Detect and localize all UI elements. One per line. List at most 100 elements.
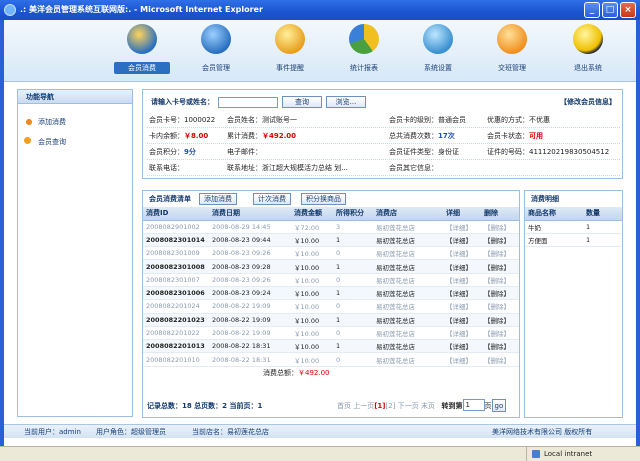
count-consume-button[interactable]: 计次消费 xyxy=(253,193,291,205)
add-consume-button[interactable]: 添加消费 xyxy=(199,193,237,205)
consume-date: 2008-08-23 09:26 xyxy=(209,273,291,287)
detail-link[interactable]: 【详细】 xyxy=(443,286,481,301)
points: 0 xyxy=(333,246,373,261)
detail-link[interactable]: 【详细】 xyxy=(443,273,481,287)
window-title: .: 美洋会员管理系统互联网版:. - Microsoft Internet E… xyxy=(20,5,263,14)
modify-member-link[interactable]: 【修改会员信息】 xyxy=(560,97,616,107)
nav-shift-manage[interactable]: 交班管理 xyxy=(484,24,540,74)
nav-statistics[interactable]: 统计报表 xyxy=(336,24,392,74)
sidebar-item-member-query[interactable]: 会员查询 xyxy=(18,132,132,152)
consume-date: 2008-08-23 09:26 xyxy=(209,246,291,261)
maximize-button[interactable]: □ xyxy=(602,2,618,18)
total-consume: ￥492.00 xyxy=(262,132,297,140)
points: 1 xyxy=(333,339,373,354)
detail-link[interactable]: 【详细】 xyxy=(443,339,481,354)
shift-manage-icon xyxy=(497,24,527,54)
card-search-input[interactable] xyxy=(218,96,278,108)
delete-link[interactable]: 【删除】 xyxy=(481,326,519,341)
detail-link[interactable]: 【详细】 xyxy=(443,313,481,327)
current-user: 当前用户：admin xyxy=(24,428,81,436)
go-button[interactable]: go xyxy=(491,399,507,412)
ie-icon xyxy=(4,4,16,16)
nav-event-reminder[interactable]: 事件提醒 xyxy=(262,24,318,74)
detail-title: 消费明细 xyxy=(531,195,559,203)
sidebar-title: 功能导航 xyxy=(18,90,132,104)
detail-link[interactable]: 【详细】 xyxy=(443,246,481,261)
item-qty: 1 xyxy=(583,220,622,234)
id-type: 会员证件类型：身份证 xyxy=(389,148,459,156)
consume-amount: ￥10.00 xyxy=(291,326,333,341)
table-row: 2008082201022 2008-08-22 19:09 ￥10.00 0 易初莲花… xyxy=(143,326,519,341)
delete-link[interactable]: 【删除】 xyxy=(481,339,519,354)
consume-amount: ￥10.00 xyxy=(291,246,333,261)
delete-link[interactable]: 【删除】 xyxy=(481,313,519,327)
consume-date: 2008-08-22 18:31 xyxy=(209,352,291,367)
system-settings-icon xyxy=(423,24,453,54)
points: 0 xyxy=(333,352,373,367)
sidebar: 功能导航 添加消费 会员查询 xyxy=(17,89,133,417)
title-bar: .: 美洋会员管理系统互联网版:. - Microsoft Internet E… xyxy=(0,0,640,20)
detail-link[interactable]: 【详细】 xyxy=(443,220,481,234)
pager-info: 记录总数：18 总页数：2 当前页：1 xyxy=(147,402,263,410)
store: 易初莲花总店 xyxy=(373,286,443,301)
item-qty: 1 xyxy=(583,233,622,248)
main-nav: 会员消费 会员管理 事件提醒 统计报表 系统设置 交班管理 退出系统 xyxy=(4,20,636,82)
consume-amount: ￥72.00 xyxy=(291,220,333,234)
consume-date: 2008-08-23 09:28 xyxy=(209,259,291,274)
id-number: 证件的号码：411120219830504512 xyxy=(487,148,610,156)
close-button[interactable]: × xyxy=(620,2,636,18)
delete-link[interactable]: 【删除】 xyxy=(481,220,519,234)
consume-count: 17次 xyxy=(438,132,455,140)
logout-icon xyxy=(573,24,603,54)
detail-link[interactable]: 【详细】 xyxy=(443,299,481,314)
list-item: 方便面 1 xyxy=(525,233,622,248)
points-exchange-button[interactable]: 积分换商品 xyxy=(301,193,346,205)
discount-method: 优惠的方式：不优惠 xyxy=(487,116,550,124)
delete-link[interactable]: 【删除】 xyxy=(481,233,519,248)
sidebar-item-add-consume[interactable]: 添加消费 xyxy=(18,112,132,132)
detail-link[interactable]: 【详细】 xyxy=(443,326,481,341)
address: 联系地址：浙江超大规模活力总结 划... xyxy=(227,164,348,172)
table-row: 2008082301014 2008-08-23 09:44 ￥10.00 1 易初莲花… xyxy=(143,233,519,248)
delete-link[interactable]: 【删除】 xyxy=(481,273,519,287)
delete-link[interactable]: 【删除】 xyxy=(481,299,519,314)
consume-id: 2008082201023 xyxy=(143,313,209,327)
delete-link[interactable]: 【删除】 xyxy=(481,259,519,274)
consume-amount: ￥10.00 xyxy=(291,339,333,354)
page-input[interactable]: 1 xyxy=(462,399,485,411)
consume-date: 2008-08-23 09:44 xyxy=(209,233,291,248)
detail-link[interactable]: 【详细】 xyxy=(443,352,481,367)
query-button[interactable]: 查询 xyxy=(282,96,322,108)
pager-current: [1] xyxy=(374,402,386,410)
consume-id: 2008082201022 xyxy=(143,326,209,341)
search-label: 请输入卡号或姓名： xyxy=(151,98,214,106)
delete-link[interactable]: 【删除】 xyxy=(481,352,519,367)
points: 3 xyxy=(333,220,373,234)
table-row: 2008082901002 2008-08-29 14:45 ￥72.00 3 易初莲花… xyxy=(143,220,519,234)
store: 易初莲花总店 xyxy=(373,259,443,274)
nav-logout[interactable]: 退出系统 xyxy=(560,24,616,74)
consume-date: 2008-08-23 09:24 xyxy=(209,286,291,301)
pager-next-last[interactable]: [2] 下一页 末页 xyxy=(386,399,442,413)
item-name: 牛奶 xyxy=(525,220,583,234)
table-row: 2008082301008 2008-08-23 09:28 ￥10.00 1 易初莲花… xyxy=(143,259,519,274)
consume-amount: ￥10.00 xyxy=(291,286,333,301)
delete-link[interactable]: 【删除】 xyxy=(481,286,519,301)
consume-id: 2008082301014 xyxy=(143,233,209,248)
consume-id: 2008082301007 xyxy=(143,273,209,287)
member-manage-icon xyxy=(201,24,231,54)
browse-button[interactable]: 浏览... xyxy=(326,96,366,108)
minimize-button[interactable]: _ xyxy=(584,2,600,18)
other-info: 会员其它信息： xyxy=(389,164,438,172)
nav-system-settings[interactable]: 系统设置 xyxy=(410,24,466,74)
detail-link[interactable]: 【详细】 xyxy=(443,233,481,248)
store: 易初莲花总店 xyxy=(373,233,443,248)
page-unit: 页 xyxy=(484,402,492,410)
nav-member-consume[interactable]: 会员消费 xyxy=(114,24,170,74)
nav-member-manage[interactable]: 会员管理 xyxy=(188,24,244,74)
pager-first-prev[interactable]: 首页 上一页 xyxy=(337,399,374,413)
user-role: 用户角色：超级管理员 xyxy=(96,428,166,436)
consume-amount: ￥10.00 xyxy=(291,273,333,287)
detail-link[interactable]: 【详细】 xyxy=(443,259,481,274)
delete-link[interactable]: 【删除】 xyxy=(481,246,519,261)
